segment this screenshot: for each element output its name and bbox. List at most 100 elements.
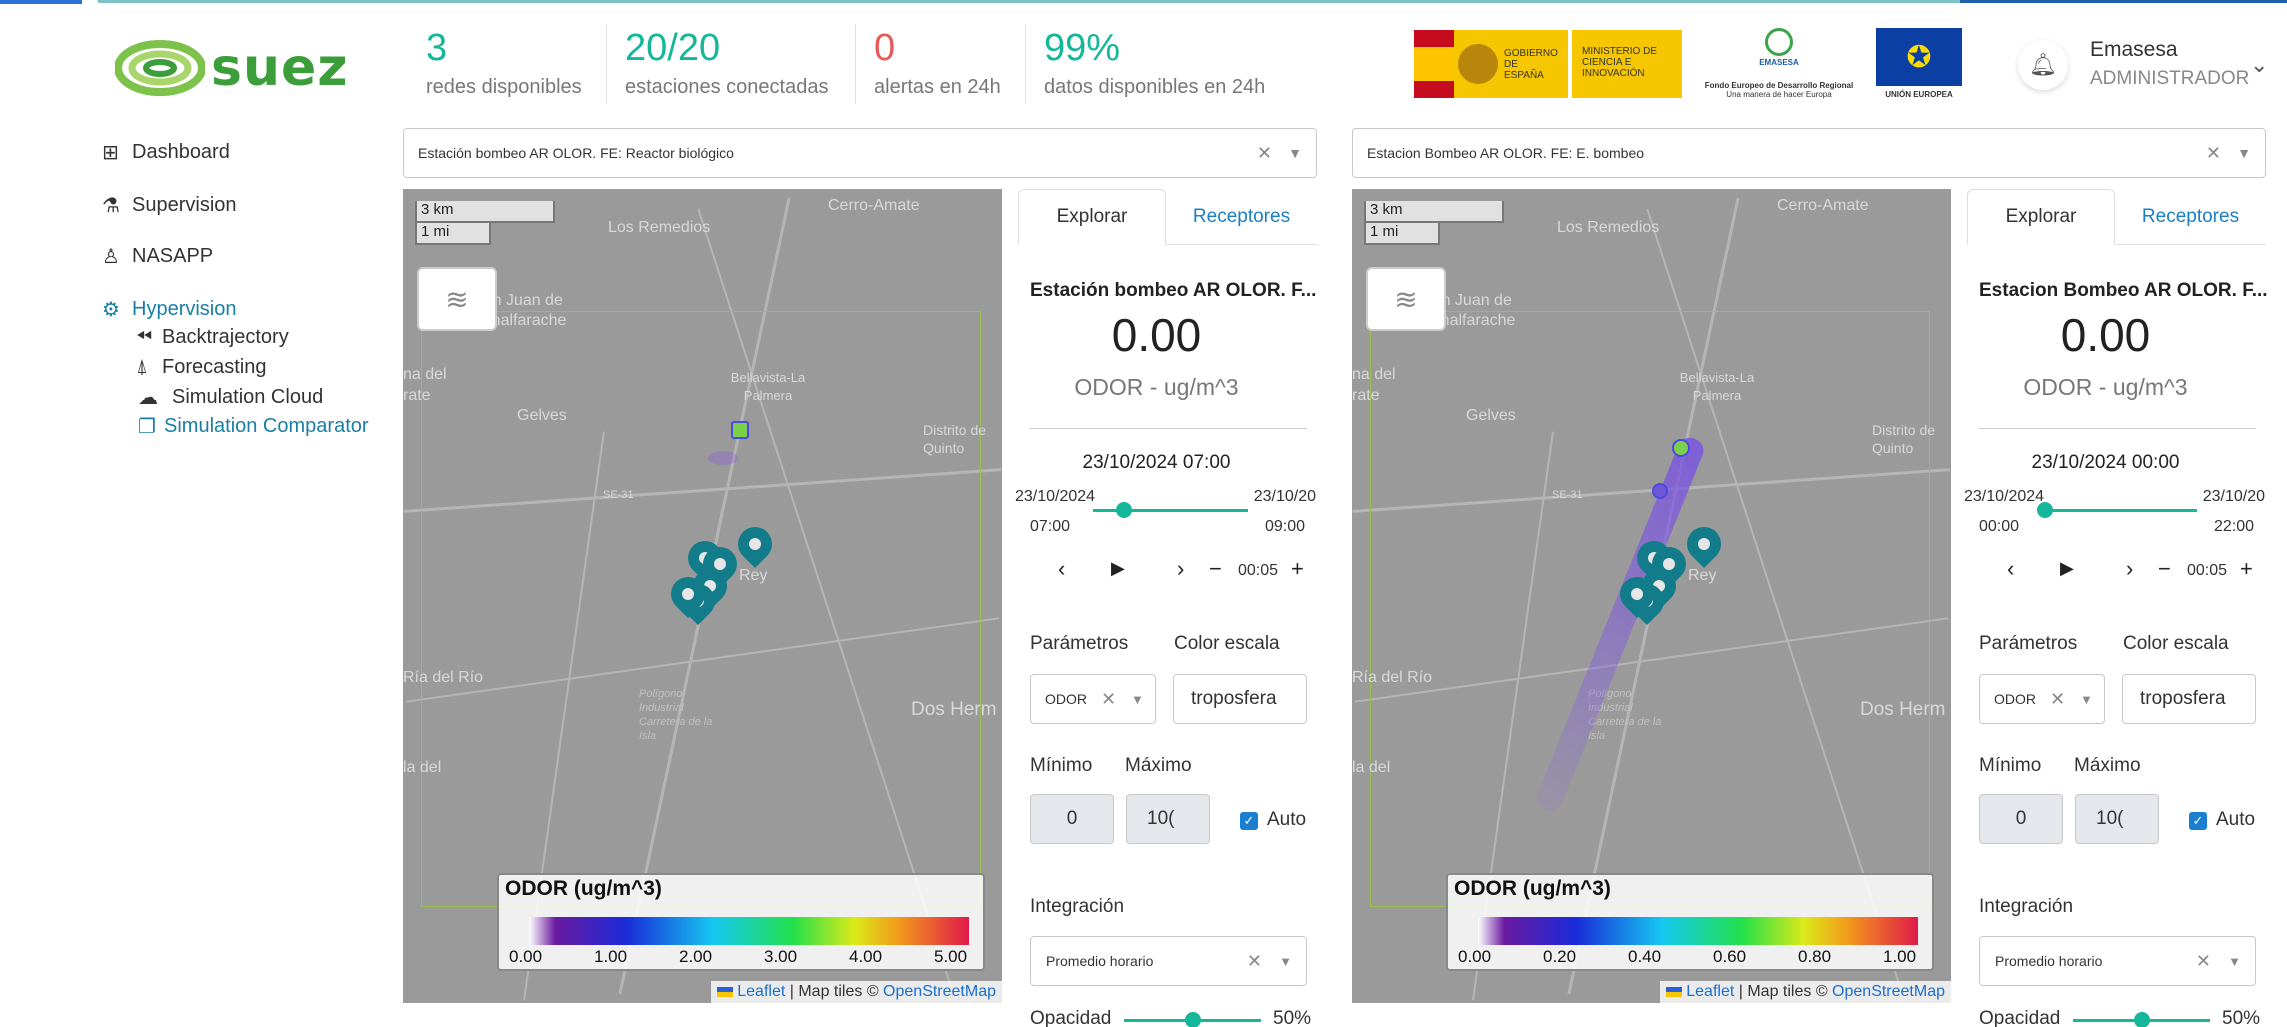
map-attribution: Leaflet | Map tiles © OpenStreetMap bbox=[1659, 981, 1951, 1003]
opacity-slider-handle[interactable] bbox=[2133, 1012, 2150, 1027]
sidebar-subitem-backtrajectory[interactable]: ⏪︎ Backtrajectory bbox=[136, 326, 289, 349]
increase-step-icon[interactable]: + bbox=[1291, 556, 1304, 582]
min-input[interactable]: 0 bbox=[1979, 794, 2063, 844]
map-scale: 3 km 1 mi bbox=[1364, 201, 1504, 245]
clear-icon[interactable]: ✕ bbox=[2050, 689, 2065, 710]
map[interactable]: Los Remedios Cerro-Amate San Juan de Azn… bbox=[1352, 189, 1951, 1003]
tab-receptores[interactable]: Receptores bbox=[1166, 189, 1317, 245]
color-scale-label: Color escala bbox=[1174, 633, 1280, 654]
next-step-icon[interactable]: › bbox=[2126, 556, 2133, 582]
tab-receptores[interactable]: Receptores bbox=[2115, 189, 2266, 245]
sidebar-item-dashboard[interactable]: ⊞ Dashboard bbox=[102, 140, 230, 165]
tab-explorar[interactable]: Explorar bbox=[1018, 189, 1166, 245]
chevron-down-icon[interactable]: ▼ bbox=[2080, 692, 2093, 707]
spain-flag-icon bbox=[1414, 30, 1454, 98]
value-unit: ODOR - ug/m^3 bbox=[2023, 374, 2188, 400]
sidebar-subitem-simulation-cloud[interactable]: ☁ Simulation Cloud bbox=[138, 385, 323, 410]
layers-icon[interactable]: ≋ bbox=[417, 267, 497, 331]
chevron-down-icon[interactable]: ▼ bbox=[1131, 692, 1144, 707]
range-end-date: 23/10/20 bbox=[2202, 488, 2265, 505]
next-step-icon[interactable]: › bbox=[1177, 556, 1184, 582]
layers-icon[interactable]: ≋ bbox=[1366, 267, 1446, 331]
step-value: 00:05 bbox=[2187, 562, 2228, 579]
time-slider-handle[interactable] bbox=[1116, 502, 1132, 518]
osm-link[interactable]: OpenStreetMap bbox=[1832, 983, 1945, 1000]
telescope-icon: ⍋ bbox=[136, 356, 148, 378]
tab-explorar[interactable]: Explorar bbox=[1967, 189, 2115, 245]
feder-text: Fondo Europeo de Desarrollo Regional bbox=[1704, 81, 1854, 90]
increase-step-icon[interactable]: + bbox=[2240, 556, 2253, 582]
station-select[interactable]: Estación bombeo AR OLOR. FE: Reactor bio… bbox=[403, 128, 1317, 178]
play-icon[interactable]: ▶ bbox=[2060, 558, 2074, 579]
current-datetime: 23/10/2024 07:00 bbox=[1082, 452, 1231, 473]
sidebar-item-nasapp[interactable]: ♙ NASAPP bbox=[102, 244, 213, 269]
sidebar-subitem-forecasting[interactable]: ⍋ Forecasting bbox=[136, 356, 267, 379]
opacity-slider-handle[interactable] bbox=[1184, 1012, 1201, 1027]
scale-km: 3 km bbox=[1364, 201, 1504, 223]
clear-icon[interactable]: ✕ bbox=[1247, 951, 1262, 972]
gear-icon: ⚙ bbox=[102, 299, 120, 321]
params-select[interactable]: ODOR ✕ ▼ bbox=[1030, 674, 1156, 724]
emasesa-icon bbox=[1765, 28, 1793, 56]
chevron-down-icon[interactable]: ▼ bbox=[2228, 954, 2241, 969]
previous-step-icon[interactable]: ‹ bbox=[2007, 556, 2014, 582]
stat-redes: 3 redes disponibles bbox=[408, 24, 582, 104]
integration-select[interactable]: Promedio horario ✕ ▼ bbox=[1979, 936, 2256, 986]
map-label: Cerro-Amate bbox=[828, 197, 920, 214]
previous-step-icon[interactable]: ‹ bbox=[1058, 556, 1065, 582]
map-label: SE-31 bbox=[603, 489, 634, 501]
legend-gradient bbox=[1478, 917, 1918, 945]
legend-gradient bbox=[529, 917, 969, 945]
cloud-icon: ☁ bbox=[138, 387, 158, 409]
sidebar-item-label: Hypervision bbox=[132, 298, 237, 320]
bell-icon[interactable]: 🔔︎ bbox=[2018, 40, 2068, 90]
max-input[interactable]: 10( bbox=[1126, 794, 1210, 844]
leaflet-link[interactable]: Leaflet bbox=[737, 983, 785, 1000]
play-icon[interactable]: ▶ bbox=[1111, 558, 1125, 579]
chevron-down-icon[interactable]: ▼ bbox=[2237, 145, 2251, 161]
map-label: Ría del Río bbox=[1352, 669, 1433, 686]
sidebar-item-label: NASAPP bbox=[132, 245, 214, 267]
clear-icon[interactable]: ✕ bbox=[1101, 689, 1116, 710]
range-start-time: 07:00 bbox=[1030, 518, 1071, 535]
clear-icon[interactable]: ✕ bbox=[1257, 143, 1272, 164]
chevron-down-icon[interactable]: ▼ bbox=[1279, 954, 1292, 969]
map[interactable]: Los Remedios Cerro-Amate San Juan de Azn… bbox=[403, 189, 1002, 1003]
opacity-value: 50% bbox=[2222, 1008, 2261, 1027]
decrease-step-icon[interactable]: − bbox=[2158, 556, 2171, 582]
decrease-step-icon[interactable]: − bbox=[1209, 556, 1222, 582]
station-title: Estacion Bombeo AR OLOR. F... bbox=[1979, 280, 2268, 301]
user-menu-chevron-icon[interactable]: ⌄ bbox=[2250, 52, 2268, 78]
sidebar-subitem-simulation-comparator[interactable]: ❐ Simulation Comparator bbox=[138, 414, 369, 439]
top-accent-line bbox=[98, 0, 2287, 3]
range-end-time: 22:00 bbox=[2214, 518, 2255, 535]
sidebar-item-label: Dashboard bbox=[132, 141, 230, 163]
logo-text: suez bbox=[211, 38, 349, 98]
leaflet-link[interactable]: Leaflet bbox=[1686, 983, 1734, 1000]
sidebar-item-hypervision[interactable]: ⚙ Hypervision bbox=[102, 297, 236, 322]
integration-select[interactable]: Promedio horario ✕ ▼ bbox=[1030, 936, 1307, 986]
sidebar-item-label: Supervision bbox=[132, 194, 237, 216]
auto-checkbox[interactable]: ✓ bbox=[2189, 812, 2207, 830]
sidebar-item-supervision[interactable]: ⚗ Supervision bbox=[102, 193, 237, 218]
time-slider-track[interactable] bbox=[2042, 509, 2197, 512]
user-name[interactable]: Emasesa bbox=[2090, 38, 2178, 62]
clear-icon[interactable]: ✕ bbox=[2196, 951, 2211, 972]
station-select[interactable]: Estacion Bombeo AR OLOR. FE: E. bombeo ✕… bbox=[1352, 128, 2266, 178]
chevron-down-icon[interactable]: ▼ bbox=[1288, 145, 1302, 161]
ue-text: UNIÓN EUROPEA bbox=[1885, 90, 1953, 99]
clear-icon[interactable]: ✕ bbox=[2206, 143, 2221, 164]
color-scale-input[interactable]: troposfera bbox=[1173, 674, 1307, 724]
coat-of-arms-icon bbox=[1458, 44, 1498, 84]
comparator-panel-right: Estacion Bombeo AR OLOR. FE: E. bombeo ✕… bbox=[1352, 128, 2268, 1027]
min-input[interactable]: 0 bbox=[1030, 794, 1114, 844]
map-label: Dos Herm bbox=[1860, 699, 1946, 720]
suez-logo[interactable]: suez bbox=[115, 38, 349, 98]
time-slider-handle[interactable] bbox=[2037, 502, 2054, 518]
max-input[interactable]: 10( bbox=[2075, 794, 2159, 844]
osm-link[interactable]: OpenStreetMap bbox=[883, 983, 996, 1000]
color-scale-input[interactable]: troposfera bbox=[2122, 674, 2256, 724]
auto-checkbox[interactable]: ✓ bbox=[1240, 812, 1258, 830]
params-select[interactable]: ODOR ✕ ▼ bbox=[1979, 674, 2105, 724]
stat-value: 99% bbox=[1044, 27, 1121, 69]
